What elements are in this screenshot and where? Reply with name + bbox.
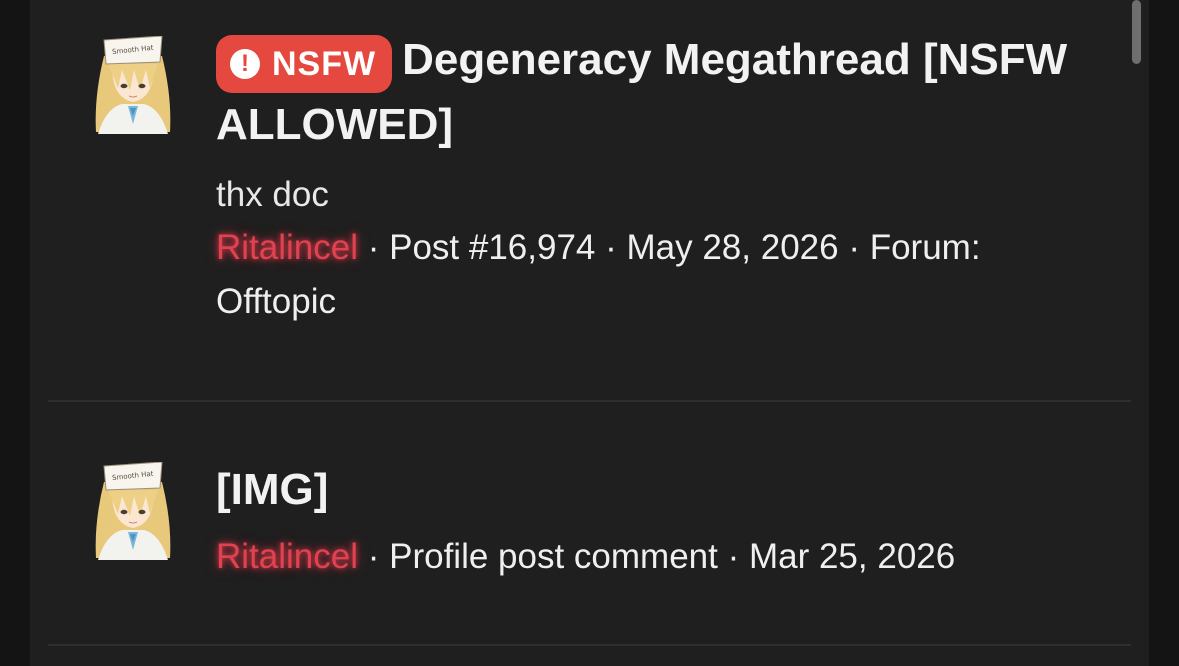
meta-separator: · [717,537,749,576]
user-avatar[interactable]: Smooth Hat [92,462,174,560]
badge-label: NSFW [272,45,377,83]
result-date: May 28, 2026 [626,228,839,267]
result-title-text[interactable]: [IMG] [216,465,328,514]
username-link[interactable]: Ritalincel [216,537,358,576]
result-content: [IMG] Ritalincel · Profile post comment … [216,458,1096,584]
result-title[interactable]: [IMG] [216,458,1096,522]
meta-separator: · [358,228,390,267]
result-divider [48,400,1131,402]
user-avatar[interactable]: Smooth Hat [92,36,174,134]
result-snippet: thx doc [216,175,329,214]
result-meta: Ritalincel · Profile post comment · Mar … [216,530,1096,584]
result-type: Profile post comment [389,537,718,576]
result-type: Post #16,974 [389,228,596,267]
result-title[interactable]: ! NSFW Degeneracy Megathread [NSFW ALLOWED… [216,28,1096,157]
result-divider [48,644,1131,646]
meta-separator: · [358,537,390,576]
nsfw-badge: ! NSFW [216,35,393,93]
exclamation-circle-icon: ! [230,49,260,79]
result-meta: Ritalincel · Post #16,974 · May 28, 2026… [216,221,1096,329]
result-date: Mar 25, 2026 [748,537,956,576]
search-results-panel: Smooth Hat ! NSFW Degeneracy Megathread [N… [30,0,1149,666]
meta-separator: · [595,228,627,267]
result-content: ! NSFW Degeneracy Megathread [NSFW ALLOWED… [216,28,1096,329]
scrollbar-thumb[interactable] [1132,0,1141,64]
username-link[interactable]: Ritalincel [216,228,358,267]
meta-separator: · [838,228,870,267]
